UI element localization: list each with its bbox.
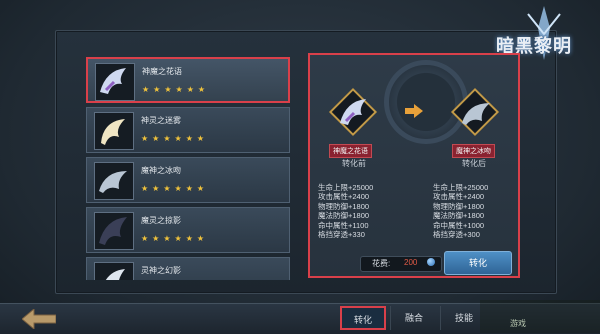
watermark-text: 游戏 [510,319,526,328]
back-arrow-icon[interactable] [22,309,56,329]
list-item[interactable]: 魔灵之掠影 ★★★★★★ [86,207,290,253]
tab-fuse[interactable]: 融合 [390,306,437,330]
list-item-name: 魔神之冰吻 [141,166,181,175]
list-item[interactable]: 灵神之幻影 [86,257,290,280]
star-rating: ★★★★★★ [142,85,210,94]
convert-button[interactable]: 转化 [444,251,512,275]
arrow-right-icon [405,104,423,118]
stat-line: 魔法防御+1800 [318,211,370,221]
target-wing-icon [462,103,490,125]
source-wing-icon [340,99,366,125]
star-rating: ★★★★★★ [141,184,209,193]
cost-label: 花费: [372,259,391,268]
source-name: 神魔之花语 [329,144,372,158]
watermark [480,300,600,333]
wing-thumbnail-icon [94,212,134,250]
stat-line: 魔法防御+1800 [433,211,485,221]
list-item[interactable]: 魔神之冰吻 ★★★★★★ [86,157,290,203]
list-item-name: 神灵之迷雾 [141,116,181,125]
transform-ring [384,60,468,144]
list-item[interactable]: 神魔之花语 ★★★★★★ [86,57,290,103]
stat-line: 生命上限+25000 [318,183,374,192]
list-item-name: 神魔之花语 [142,67,182,76]
list-item-name: 魔灵之掠影 [141,216,181,225]
gem-icon [427,258,435,266]
wing-list[interactable]: 神魔之花语 ★★★★★★ 神灵之迷雾 ★★★★★★ 魔神之冰吻 ★★★★★★ 魔… [82,55,294,280]
wing-thumbnail-icon [95,63,135,101]
star-rating: ★★★★★★ [141,134,209,143]
stat-line: 格挡穿透+330 [318,230,365,240]
stat-line: 物理防御+1800 [433,201,485,211]
stats-after: 生命上限+25000 攻击属性+2400 物理防御+1800 魔法防御+1800… [433,183,488,239]
stat-line: 格挡穿透+300 [433,230,480,240]
list-item[interactable]: 神灵之迷雾 ★★★★★★ [86,107,290,153]
game-screen: 暗黑黎明 神魔之花语 ★★★★★★ 神灵之迷雾 ★★★★★★ 魔神之冰吻 ★★★… [0,0,600,334]
stat-line: 命中属性+1100 [318,220,369,230]
cost-value: 200 [404,258,418,267]
wing-thumbnail-icon [94,262,134,280]
stat-line: 命中属性+1000 [433,220,485,230]
stat-line: 攻击属性+2400 [318,192,370,202]
stat-line: 生命上限+25000 [433,183,489,192]
target-name: 魔神之冰吻 [452,144,495,158]
stat-line: 物理防御+1800 [318,201,370,211]
stats-before: 生命上限+25000 攻击属性+2400 物理防御+1800 魔法防御+1800… [318,183,373,239]
wing-thumbnail-icon [94,112,134,150]
wing-thumbnail-icon [94,162,134,200]
before-label: 转化前 [342,159,366,168]
after-label: 转化后 [462,159,486,168]
star-rating: ★★★★★★ [141,234,209,243]
list-item-name: 灵神之幻影 [141,266,181,275]
tab-convert[interactable]: 转化 [340,306,386,330]
stat-line: 攻击属性+2400 [433,192,485,202]
